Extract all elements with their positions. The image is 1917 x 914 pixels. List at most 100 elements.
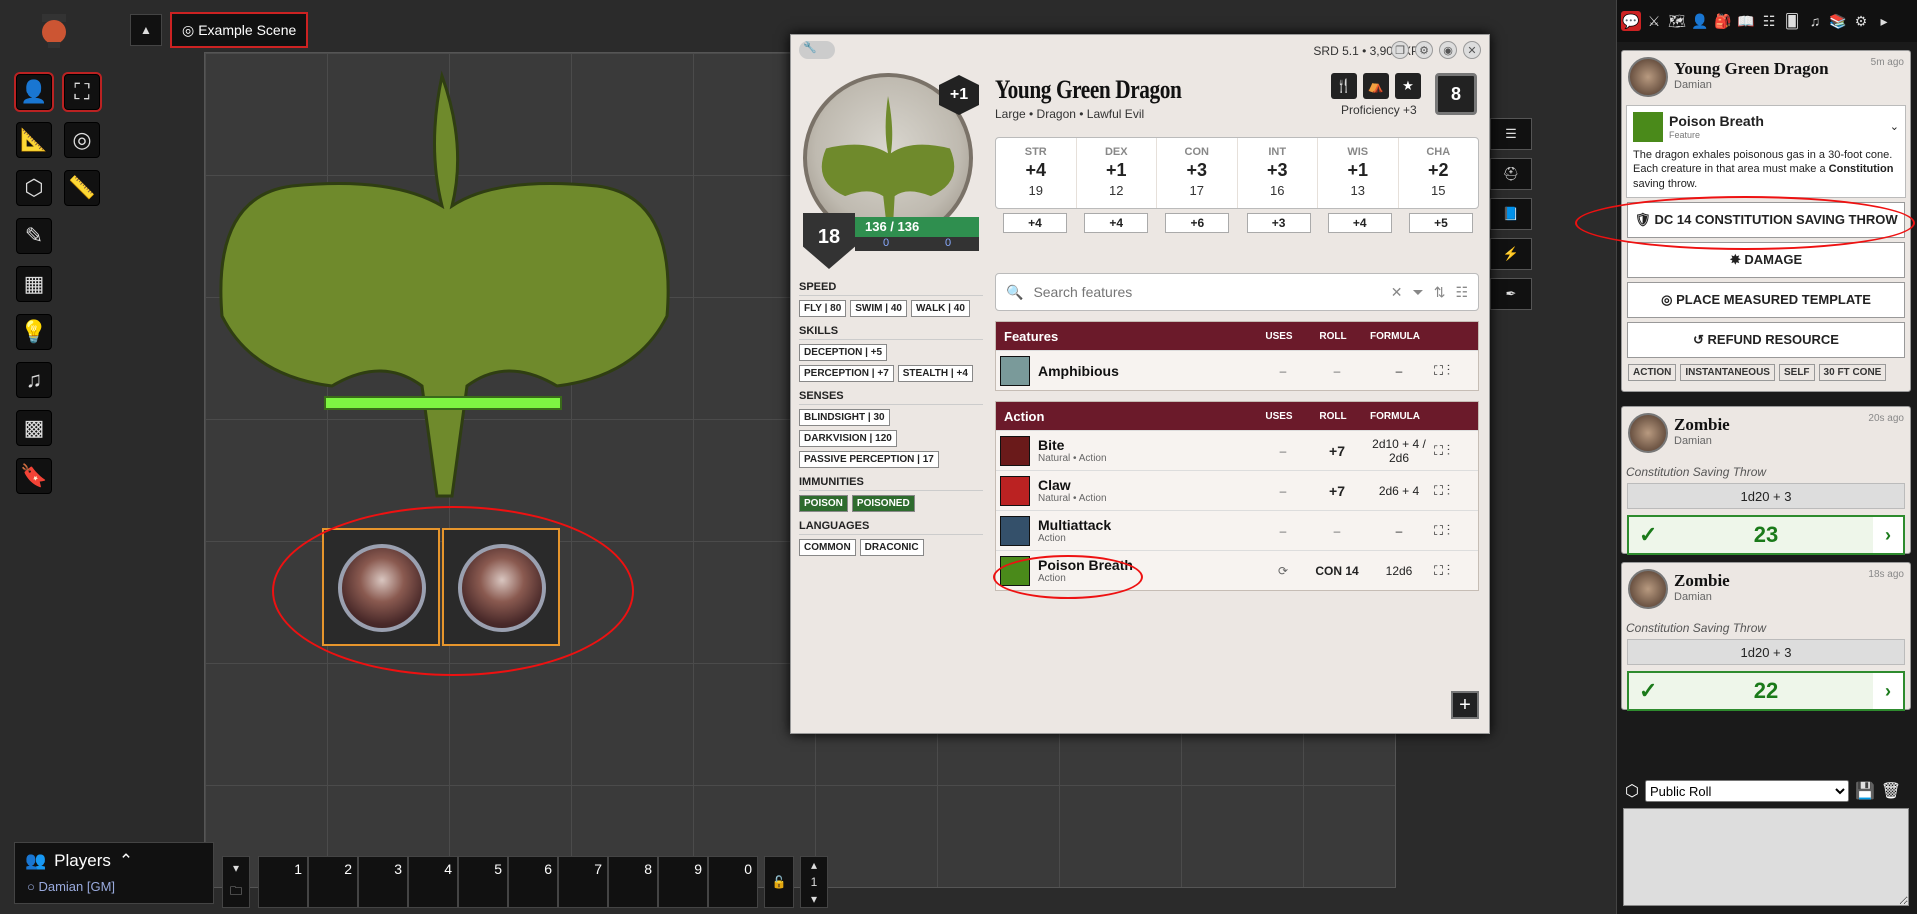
roll-total[interactable]: ✓ 23 ›	[1627, 515, 1905, 555]
roll[interactable]: +7	[1310, 443, 1364, 459]
camp-icon[interactable]: ⛺	[1363, 73, 1389, 99]
folder-icon[interactable]: 🗀	[230, 882, 242, 903]
target-icon[interactable]: ◎	[64, 122, 100, 158]
formula[interactable]: 12d6	[1364, 564, 1434, 578]
more-icon[interactable]: ⛶ ⋮	[1434, 483, 1474, 499]
wrench-icon[interactable]: 🔧	[799, 41, 835, 59]
action-row[interactable]: Multiattack Action – – – ⛶ ⋮	[996, 510, 1478, 550]
sound-icon[interactable]: ♫	[16, 362, 52, 398]
feature-search[interactable]: 🔍 ✕ ⏷ ⇅ ☷	[995, 273, 1479, 311]
roll-total[interactable]: ✓ 22 ›	[1627, 671, 1905, 711]
close-icon[interactable]: ✕	[1463, 41, 1481, 59]
measure-icon[interactable]: 📐	[16, 122, 52, 158]
skill-chip[interactable]: DECEPTION | +5	[799, 344, 888, 361]
players-list[interactable]: 👥 Players ⌃ ○ Damian [GM]	[14, 842, 214, 904]
draw-icon[interactable]: ✎	[16, 218, 52, 254]
ability-str[interactable]: STR +4 19	[996, 138, 1077, 208]
save-str[interactable]: +4	[1003, 213, 1067, 233]
lighting-icon[interactable]: 💡	[16, 314, 52, 350]
hotbar-slot[interactable]: 6	[508, 856, 558, 908]
skill-chip[interactable]: STEALTH | +4	[897, 365, 973, 382]
book-icon[interactable]: 📘	[1490, 198, 1532, 230]
ability-cha[interactable]: CHA +2 15	[1399, 138, 1479, 208]
walls-icon[interactable]: ▦	[16, 266, 52, 302]
hotbar-slot[interactable]: 0	[708, 856, 758, 908]
temp-hp[interactable]: 00	[855, 237, 979, 251]
save-dex[interactable]: +4	[1084, 213, 1149, 233]
chevron-down-icon[interactable]: ⌄	[1890, 120, 1899, 134]
chat-input[interactable]	[1623, 808, 1909, 906]
copy-icon[interactable]: ❐	[1391, 41, 1409, 59]
action-row[interactable]: Claw Natural • Action – +7 2d6 + 4 ⛶ ⋮	[996, 470, 1478, 510]
token-icon[interactable]: ◉	[1439, 41, 1457, 59]
combat-icon[interactable]: ⚔	[1644, 11, 1664, 31]
actors-icon[interactable]: 👤	[1690, 11, 1710, 31]
hit-points[interactable]: 136 / 136	[855, 217, 979, 237]
hotbar-slot[interactable]: 8	[608, 856, 658, 908]
chevron-right-icon[interactable]: ›	[1873, 517, 1903, 553]
hotbar-slot[interactable]: 5	[458, 856, 508, 908]
skill-chip[interactable]: PERCEPTION | +7	[799, 365, 894, 382]
refund-button[interactable]: ↺ REFUND RESOURCE	[1627, 321, 1905, 358]
select-icon[interactable]: ⛶	[64, 74, 100, 110]
notes-icon[interactable]: 🔖	[16, 458, 52, 494]
feature-row[interactable]: Amphibious – – – ⛶ ⋮	[996, 350, 1478, 390]
scene-nav-toggle[interactable]: ▲	[130, 14, 162, 46]
roll-mode-select[interactable]: Public Roll	[1644, 780, 1849, 802]
lock-icon[interactable]: 🔓	[772, 875, 787, 889]
token-controls-icon[interactable]: 👤	[16, 74, 52, 110]
rest-icon[interactable]: 🍴	[1331, 73, 1357, 99]
collapse-icon[interactable]: ▸	[1874, 11, 1894, 31]
regions-icon[interactable]: ▩	[16, 410, 52, 446]
more-icon[interactable]: ⛶ ⋮	[1434, 363, 1474, 379]
hotbar-menu[interactable]: ▾ 🗀	[222, 856, 250, 908]
playlists-icon[interactable]: ♫	[1805, 11, 1825, 31]
save-con[interactable]: +6	[1165, 213, 1230, 233]
save-wis[interactable]: +4	[1327, 213, 1392, 233]
save-cha[interactable]: +5	[1408, 213, 1473, 233]
compendium-icon[interactable]: 📚	[1828, 11, 1848, 31]
chevron-right-icon[interactable]: ›	[1873, 673, 1903, 709]
roll-formula[interactable]: 1d20 + 3	[1627, 639, 1905, 665]
hotbar-slot[interactable]: 7	[558, 856, 608, 908]
caret-up-icon[interactable]: ▴	[811, 858, 817, 872]
roll[interactable]: CON 14	[1310, 564, 1364, 578]
caret-down-icon[interactable]: ▾	[233, 861, 239, 875]
roll-formula[interactable]: 1d20 + 3	[1627, 483, 1905, 509]
save-int[interactable]: +3	[1246, 213, 1311, 233]
hotbar-lock[interactable]: 🔓	[764, 856, 794, 908]
quill-icon[interactable]: ✒	[1490, 278, 1532, 310]
effects-icon[interactable]: ⚡	[1490, 238, 1532, 270]
more-icon[interactable]: ⛶ ⋮	[1434, 563, 1474, 579]
inventory-icon[interactable]: ⛑	[1490, 158, 1532, 190]
formula[interactable]: 2d6 + 4	[1364, 484, 1434, 498]
star-icon[interactable]: ★	[1395, 73, 1421, 99]
roll[interactable]: +7	[1310, 483, 1364, 499]
formula[interactable]: 2d10 + 4 / 2d6	[1364, 437, 1434, 465]
sort-icon[interactable]: ⇅	[1434, 284, 1446, 301]
more-icon[interactable]: ⛶ ⋮	[1434, 443, 1474, 459]
ability-int[interactable]: INT +3 16	[1238, 138, 1318, 208]
hotbar-slot[interactable]: 9	[658, 856, 708, 908]
item-card[interactable]: Poison Breath Feature ⌄ The dragon exhale…	[1626, 105, 1906, 198]
recharge-icon[interactable]: ⟳	[1256, 564, 1310, 578]
clear-icon[interactable]: ✕	[1391, 284, 1403, 301]
search-input[interactable]	[1033, 284, 1381, 300]
tables-icon[interactable]: ☷	[1759, 11, 1779, 31]
journal-icon[interactable]: 📖	[1736, 11, 1756, 31]
hotbar-slot[interactable]: 4	[408, 856, 458, 908]
caret-down-icon[interactable]: ▾	[811, 892, 817, 906]
chat-icon[interactable]: 💬	[1621, 11, 1641, 31]
filter-icon[interactable]: ⏷	[1413, 284, 1424, 301]
cards-icon[interactable]: 🂠	[1782, 11, 1802, 31]
scenes-icon[interactable]: 🗺	[1667, 11, 1687, 31]
ability-dex[interactable]: DEX +1 12	[1077, 138, 1157, 208]
hotbar-slot[interactable]: 2	[308, 856, 358, 908]
hotbar-slot[interactable]: 1	[258, 856, 308, 908]
add-item-button[interactable]: +	[1451, 691, 1479, 719]
save-icon[interactable]: 💾	[1855, 781, 1875, 801]
hotbar-slot[interactable]: 3	[358, 856, 408, 908]
ability-con[interactable]: CON +3 17	[1157, 138, 1238, 208]
settings-icon[interactable]: ⚙	[1851, 11, 1871, 31]
template-button[interactable]: ◎ PLACE MEASURED TEMPLATE	[1627, 281, 1905, 318]
